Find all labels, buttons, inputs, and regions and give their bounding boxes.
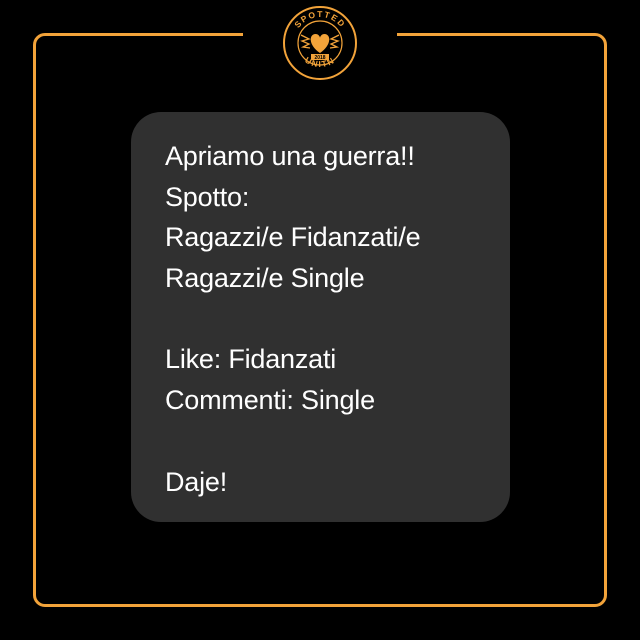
post-line: Ragazzi/e Single	[165, 263, 365, 294]
post-line: Commenti: Single	[165, 385, 375, 416]
post-card: Apriamo una guerra!! Spotto: Ragazzi/e F…	[131, 112, 510, 522]
post-line-blank	[165, 299, 490, 340]
logo-band-text: 2018	[314, 55, 325, 61]
post-line: Spotto:	[165, 181, 250, 212]
post-line: Like: Fidanzati	[165, 344, 337, 375]
post-line: Daje!	[165, 466, 228, 497]
post-line: Apriamo una guerra!!	[165, 141, 415, 171]
spotted-unitn-logo: SPOTTED UNITN 2018	[283, 6, 357, 80]
post-line-blank	[165, 421, 490, 462]
post-line: Ragazzi/e Fidanzati/e	[165, 222, 421, 253]
